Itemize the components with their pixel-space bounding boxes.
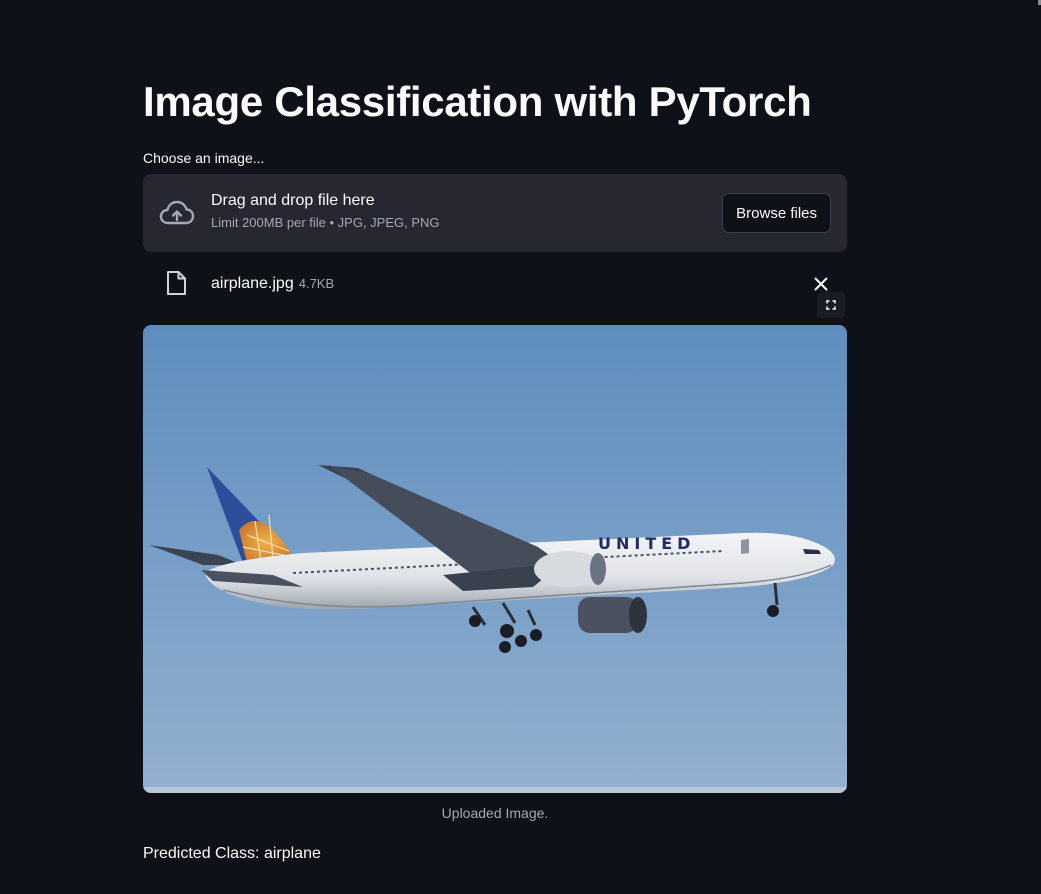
file-size: 4.7KB bbox=[298, 276, 335, 291]
file-dropzone[interactable]: Drag and drop file here Limit 200MB per … bbox=[143, 174, 847, 252]
file-icon bbox=[167, 271, 186, 295]
airplane-photo: UNITED bbox=[143, 325, 847, 793]
dropzone-limit: Limit 200MB per file • JPG, JPEG, PNG bbox=[211, 215, 440, 230]
page-title: Image Classification with PyTorch bbox=[143, 78, 812, 125]
fullscreen-icon bbox=[826, 300, 836, 310]
uploaded-image: UNITED bbox=[143, 325, 847, 793]
browse-files-button[interactable]: Browse files bbox=[722, 193, 831, 233]
dropzone-text: Drag and drop file here Limit 200MB per … bbox=[211, 192, 440, 230]
uploader-label: Choose an image... bbox=[143, 150, 265, 166]
file-name-row: airplane.jpg 4.7KB bbox=[211, 275, 334, 293]
cloud-upload-icon bbox=[159, 200, 195, 225]
fullscreen-button[interactable] bbox=[817, 292, 845, 318]
close-icon[interactable] bbox=[811, 274, 831, 294]
dropzone-instructions: Drag and drop file here bbox=[211, 192, 375, 209]
image-caption: Uploaded Image. bbox=[441, 805, 549, 821]
uploaded-file-item: airplane.jpg 4.7KB bbox=[143, 264, 847, 306]
file-name: airplane.jpg bbox=[211, 275, 294, 292]
prediction-result: Predicted Class: airplane bbox=[143, 845, 321, 862]
app-root: Image Classification with PyTorch Choose… bbox=[0, 0, 1041, 894]
livery-text: UNITED bbox=[598, 534, 695, 553]
